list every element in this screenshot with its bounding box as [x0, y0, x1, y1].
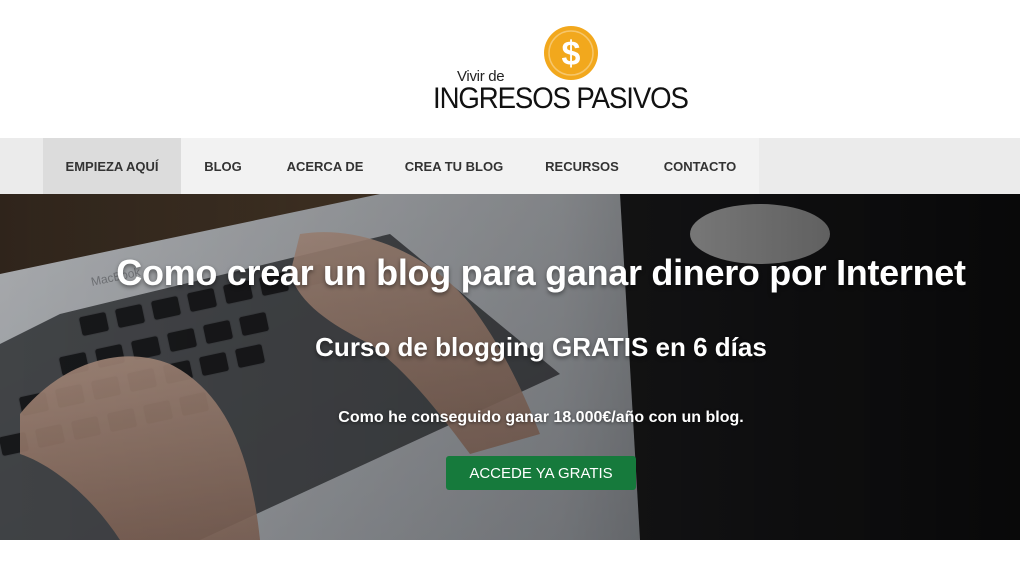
hero-description: Como he conseguido ganar 18.000€/año con…	[338, 409, 744, 426]
accede-ya-gratis-button[interactable]: ACCEDE YA GRATIS	[446, 456, 636, 490]
nav-item-empieza-aqui[interactable]: EMPIEZA AQUÍ	[43, 138, 181, 194]
hero-subtitle: Curso de blogging GRATIS en 6 días	[315, 332, 767, 362]
nav-item-blog[interactable]: BLOG	[181, 138, 265, 194]
nav-item-recursos[interactable]: RECURSOS	[523, 138, 641, 194]
site-header: $ Vivir de INGRESOS PASIVOS	[0, 0, 1020, 138]
nav-item-acerca-de[interactable]: ACERCA DE	[265, 138, 385, 194]
nav-item-contacto[interactable]: CONTACTO	[641, 138, 759, 194]
site-logo[interactable]: $ Vivir de INGRESOS PASIVOS	[433, 22, 695, 118]
hero-title: Como crear un blog para ganar dinero por…	[116, 252, 966, 293]
dollar-coin-icon: $	[544, 26, 598, 80]
main-nav: EMPIEZA AQUÍ BLOG ACERCA DE CREA TU BLOG…	[0, 138, 1020, 194]
nav-item-crea-tu-blog[interactable]: CREA TU BLOG	[385, 138, 523, 194]
logo-big-text: INGRESOS PASIVOS	[433, 82, 689, 115]
coin-symbol: $	[562, 35, 581, 73]
hero-banner: MacBook Como crear un blog para ganar di…	[0, 194, 1020, 540]
